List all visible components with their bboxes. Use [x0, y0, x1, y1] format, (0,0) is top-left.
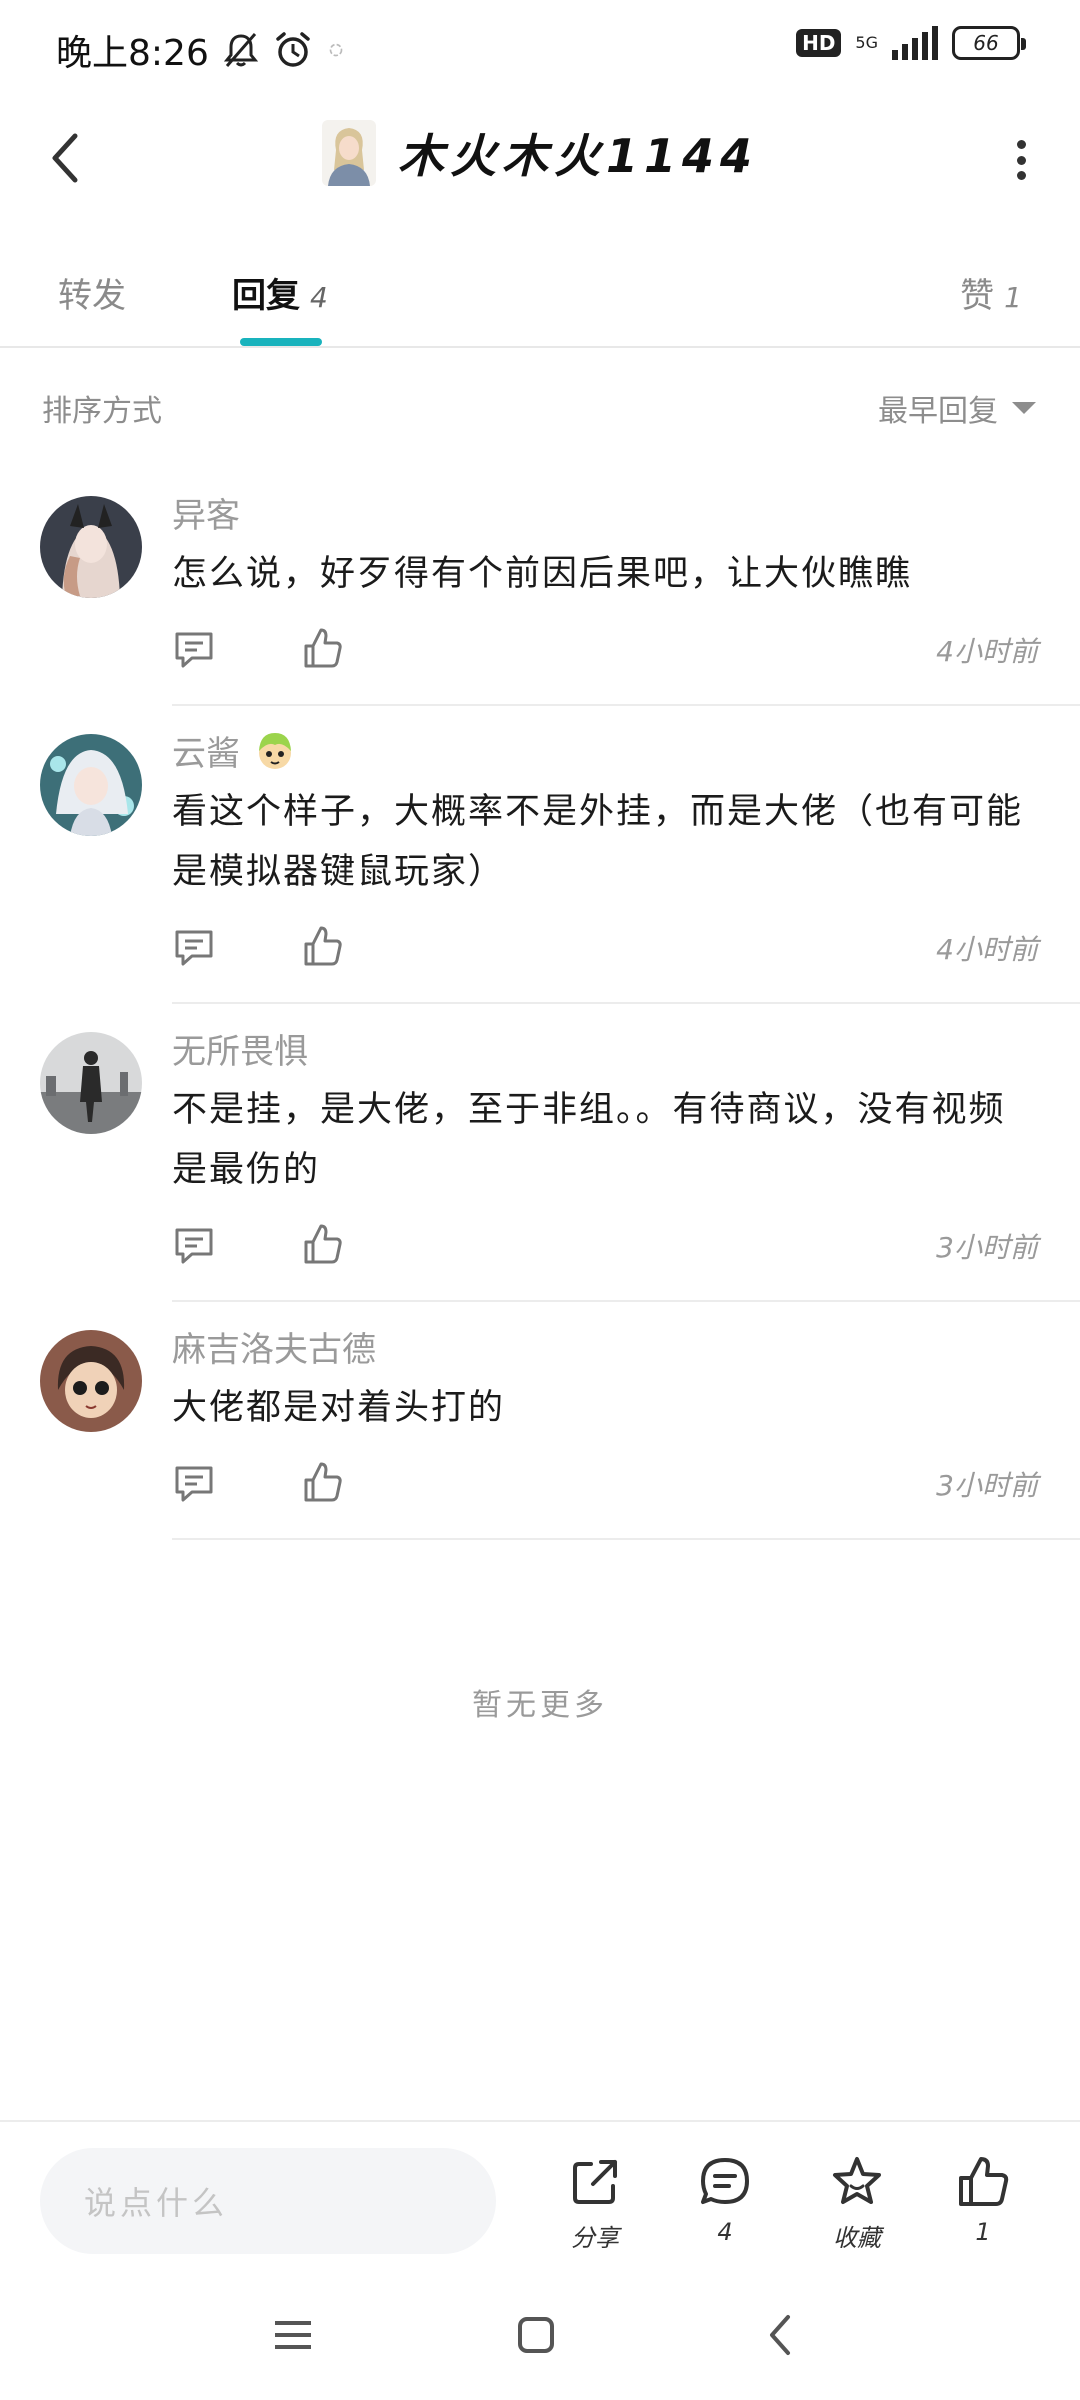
- comment-reply-icon[interactable]: [172, 1224, 216, 1268]
- likes-count: 1: [975, 2218, 991, 2246]
- tab-count: 4: [310, 281, 328, 314]
- username-text: 异客: [172, 495, 240, 536]
- more-dot-icon: [1016, 140, 1026, 149]
- signal-icon: [892, 26, 938, 60]
- comment-username[interactable]: 无所畏惧: [172, 1022, 1038, 1074]
- comment-username[interactable]: 麻吉洛夫古德: [172, 1320, 1038, 1372]
- tab-like[interactable]: 赞1: [960, 268, 1022, 317]
- thumbs-up-icon: [959, 2157, 1009, 2206]
- status-bar: 晚上8:26 HD 5G 66: [0, 0, 1080, 96]
- battery-icon: 66: [952, 26, 1026, 60]
- comment-actions: 3小时前: [172, 1442, 1038, 1538]
- tab-label: 赞: [960, 276, 995, 316]
- mute-bell-icon: [223, 33, 258, 67]
- tab-label: 转发: [58, 276, 126, 316]
- star-icon: [833, 2157, 881, 2204]
- user-avatar[interactable]: [321, 120, 376, 186]
- username-text: 麻吉洛夫古德: [172, 1329, 376, 1370]
- alarm-icon: [276, 32, 310, 67]
- battery-level: 66: [973, 31, 999, 55]
- system-nav-bar: [0, 2272, 1080, 2400]
- comment-list: 异客 怎么说，好歹得有个前因后果吧，让大伙瞧瞧 4小时前 云酱 看这个样子，大概…: [0, 468, 1080, 1540]
- comment-actions: 4小时前: [172, 906, 1038, 1002]
- thumbs-up-icon[interactable]: [300, 924, 344, 968]
- tab-reply[interactable]: 回复 4: [232, 268, 328, 317]
- comment-input[interactable]: 说点什么: [40, 2148, 496, 2254]
- avatar[interactable]: [40, 496, 142, 598]
- more-dot-icon: [1016, 155, 1026, 165]
- comment-actions: 3小时前: [172, 1204, 1038, 1300]
- more-dot-icon: [1016, 171, 1026, 180]
- avatar[interactable]: [40, 1032, 142, 1134]
- comment-text: 大佬都是对着头打的: [172, 1388, 506, 1428]
- nav-home-button[interactable]: [503, 2302, 569, 2368]
- nav-back-button[interactable]: [746, 2302, 812, 2368]
- comment-time: 3小时前: [936, 1231, 1038, 1264]
- sort-row: 排序方式 最早回复: [0, 378, 1080, 438]
- sort-selected: 最早回复: [878, 394, 998, 429]
- status-right: HD 5G 66: [796, 26, 1026, 60]
- bottom-action-bar: 说点什么 分享 4 收藏 1: [0, 2120, 1080, 2270]
- status-left: 晚上8:26: [56, 24, 347, 76]
- recycle-icon: [329, 43, 343, 57]
- sort-label: 排序方式: [42, 394, 162, 429]
- thumbs-up-icon[interactable]: [300, 1460, 344, 1504]
- comment-item: 云酱 看这个样子，大概率不是外挂，而是大佬（也有可能是模拟器键鼠玩家） 4小时前: [0, 706, 1080, 1004]
- comment-input-placeholder: 说点什么: [84, 2184, 229, 2222]
- tab-count: 1: [1004, 281, 1022, 314]
- comment-text: 看这个样子，大概率不是外挂，而是大佬（也有可能是模拟器键鼠玩家）: [172, 792, 1024, 892]
- comment-time: 3小时前: [936, 1469, 1038, 1502]
- tab-label: 回复: [232, 276, 300, 316]
- comment-username[interactable]: 异客: [172, 486, 1038, 538]
- share-icon: [573, 2160, 617, 2204]
- comments-count: 4: [717, 2218, 733, 2246]
- comment-reply-icon[interactable]: [172, 926, 216, 970]
- comment-actions: 4小时前: [172, 608, 1038, 704]
- menu-icon: [275, 2321, 311, 2349]
- share-button[interactable]: 分享: [550, 2154, 640, 2253]
- avatar[interactable]: [40, 1330, 142, 1432]
- tab-bar: 转发 回复 4 赞1: [0, 250, 1080, 348]
- comment-time: 4小时前: [936, 933, 1038, 966]
- comment-bubble-icon: [701, 2158, 749, 2204]
- comment-text: 不是挂，是大佬，至于非组。。有待商议，没有视频是最伤的: [172, 1090, 1006, 1190]
- username-text: 无所畏惧: [172, 1031, 308, 1072]
- more-options-button[interactable]: [1006, 132, 1036, 188]
- comment-item: 异客 怎么说，好歹得有个前因后果吧，让大伙瞧瞧 4小时前: [0, 468, 1080, 706]
- no-more-label: 暂无更多: [472, 1688, 608, 1723]
- comment-item: 无所畏惧 不是挂，是大佬，至于非组。。有待商议，没有视频是最伤的 3小时前: [0, 1004, 1080, 1302]
- comment-reply-icon[interactable]: [172, 1462, 216, 1506]
- thumbs-up-icon[interactable]: [300, 626, 344, 670]
- comment-item: 麻吉洛夫古德 大佬都是对着头打的 3小时前: [0, 1302, 1080, 1540]
- tab-repost[interactable]: 转发: [58, 268, 126, 317]
- chevron-left-icon: [770, 2315, 790, 2355]
- header: 木火木火1144: [0, 96, 1080, 220]
- avatar[interactable]: [40, 734, 142, 836]
- share-label: 分享: [571, 2224, 619, 2252]
- comment-text: 怎么说，好歹得有个前因后果吧，让大伙瞧瞧: [172, 554, 913, 594]
- page-title: 木火木火1144: [397, 129, 759, 183]
- square-icon: [518, 2317, 554, 2353]
- emoji-badge-icon: [259, 733, 291, 769]
- comment-username[interactable]: 云酱: [172, 724, 1038, 776]
- favorite-button[interactable]: 收藏: [812, 2154, 902, 2253]
- like-button[interactable]: 1: [938, 2154, 1028, 2246]
- hd-badge: HD: [796, 29, 842, 57]
- nav-menu-button[interactable]: [260, 2302, 326, 2368]
- divider: [172, 1538, 1080, 1540]
- network-label: 5G: [855, 33, 878, 52]
- caret-down-icon: [1012, 402, 1036, 414]
- username-text: 云酱: [172, 733, 240, 774]
- favorite-label: 收藏: [833, 2224, 881, 2252]
- thumbs-up-icon[interactable]: [300, 1222, 344, 1266]
- status-time: 晚上8:26: [56, 33, 209, 74]
- tab-active-indicator: [240, 338, 322, 346]
- comments-button[interactable]: 4: [680, 2154, 770, 2246]
- comment-time: 4小时前: [936, 635, 1038, 668]
- sort-dropdown[interactable]: 最早回复: [878, 386, 1036, 430]
- header-center: 木火木火1144: [0, 120, 1080, 186]
- comment-reply-icon[interactable]: [172, 628, 216, 672]
